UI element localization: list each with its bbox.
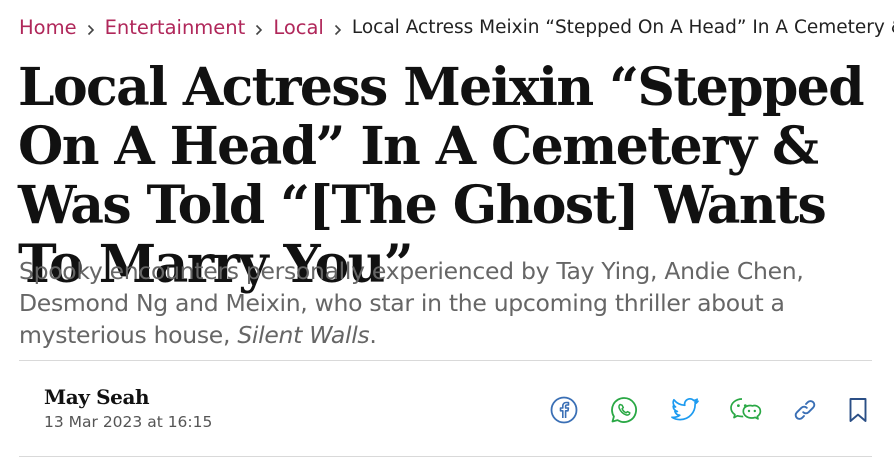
breadcrumb-home-link[interactable]: Home (19, 15, 77, 41)
whatsapp-icon (609, 395, 639, 425)
breadcrumb-current-page: Local Actress Meixin “Stepped On A Head”… (351, 17, 894, 38)
publish-date: 13 Mar 2023 at 16:15 (44, 413, 213, 431)
dek-text: Spooky encounters personally experienced… (19, 257, 804, 349)
chevron-right-icon (334, 21, 342, 36)
article-dek: Spooky encounters personally experienced… (19, 255, 869, 351)
breadcrumb-entertainment-link[interactable]: Entertainment (105, 15, 246, 41)
byline: May Seah 13 Mar 2023 at 16:15 (44, 385, 212, 432)
breadcrumb-local-link[interactable]: Local (273, 15, 324, 41)
twitter-share-button[interactable] (669, 394, 701, 426)
bookmark-button[interactable] (842, 394, 874, 426)
facebook-share-button[interactable] (548, 394, 580, 426)
chevron-right-icon (87, 21, 95, 36)
share-bar (548, 394, 872, 426)
author-name[interactable]: May Seah (44, 385, 212, 409)
dek-end: . (369, 321, 377, 349)
divider (19, 456, 872, 457)
chevron-right-icon (255, 21, 263, 36)
twitter-icon (669, 396, 701, 424)
whatsapp-share-button[interactable] (608, 394, 640, 426)
wechat-icon (728, 395, 764, 425)
breadcrumb: Home Entertainment Local Local Actress M… (19, 15, 894, 41)
copy-link-icon (790, 395, 820, 425)
wechat-share-button[interactable] (726, 394, 766, 426)
bookmark-icon (846, 396, 870, 424)
facebook-icon (549, 395, 579, 425)
dek-title: Silent Walls (237, 321, 370, 349)
copy-link-button[interactable] (789, 394, 821, 426)
divider (19, 360, 872, 361)
